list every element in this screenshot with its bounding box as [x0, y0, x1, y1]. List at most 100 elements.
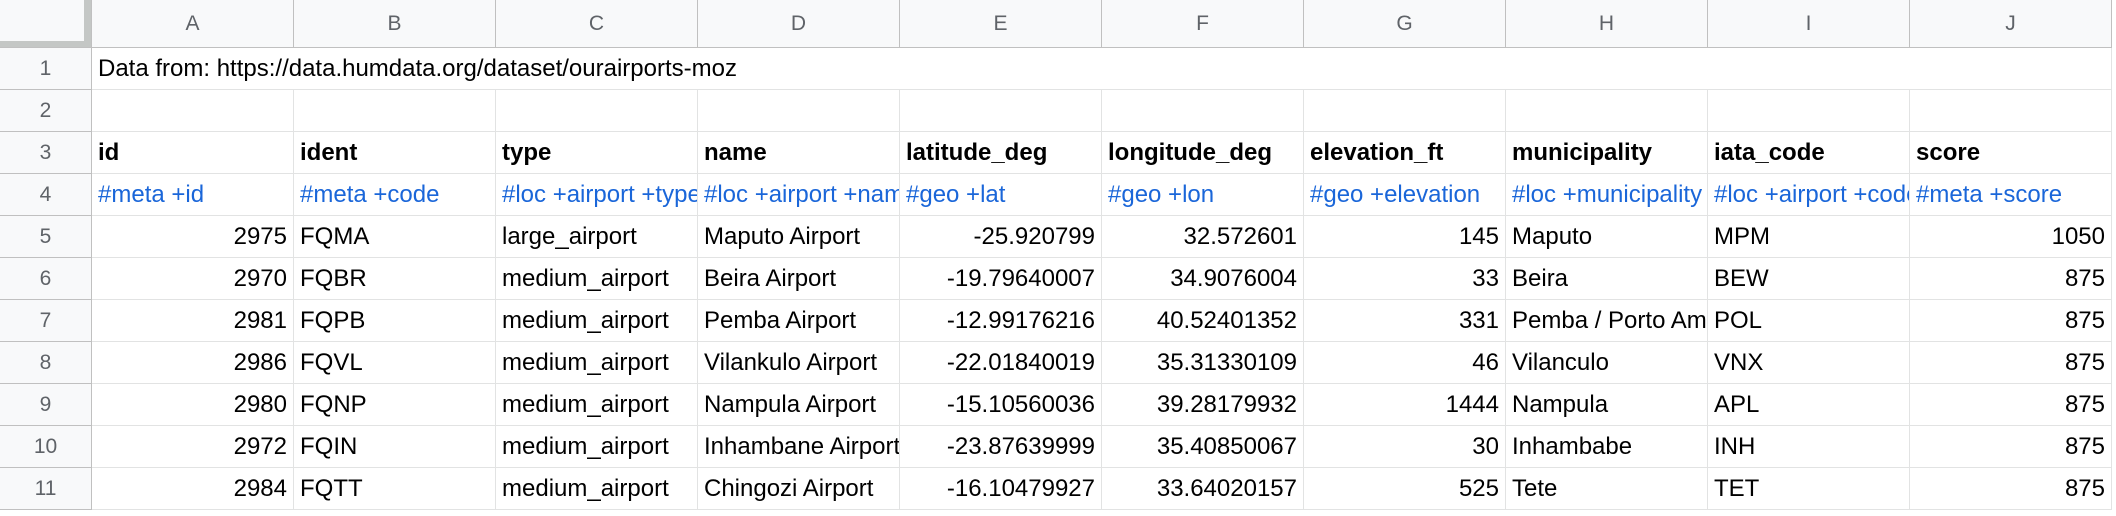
data-cell-id[interactable]: 2984 [92, 468, 294, 510]
data-cell-type[interactable]: medium_airport [496, 300, 698, 342]
data-cell-latitude[interactable]: -12.99176216 [900, 300, 1102, 342]
column-header-f[interactable]: F [1102, 0, 1304, 48]
data-cell-latitude[interactable]: -23.87639999 [900, 426, 1102, 468]
data-cell-ident[interactable]: FQIN [294, 426, 496, 468]
row-header-3[interactable]: 3 [0, 132, 92, 174]
cell-e2[interactable] [900, 90, 1102, 132]
cell-f2[interactable] [1102, 90, 1304, 132]
data-cell-id[interactable]: 2972 [92, 426, 294, 468]
data-cell-score[interactable]: 875 [1910, 342, 2112, 384]
data-cell-iata-code[interactable]: POL [1708, 300, 1910, 342]
cell-d2[interactable] [698, 90, 900, 132]
data-cell-iata-code[interactable]: BEW [1708, 258, 1910, 300]
data-cell-longitude[interactable]: 40.52401352 [1102, 300, 1304, 342]
header-cell-latitude[interactable]: latitude_deg [900, 132, 1102, 174]
data-cell-score[interactable]: 875 [1910, 384, 2112, 426]
data-cell-iata-code[interactable]: VNX [1708, 342, 1910, 384]
header-cell-name[interactable]: name [698, 132, 900, 174]
data-cell-elevation[interactable]: 30 [1304, 426, 1506, 468]
data-cell-iata-code[interactable]: INH [1708, 426, 1910, 468]
data-cell-longitude[interactable]: 35.40850067 [1102, 426, 1304, 468]
data-cell-score[interactable]: 875 [1910, 300, 2112, 342]
header-cell-score[interactable]: score [1910, 132, 2112, 174]
data-cell-type[interactable]: medium_airport [496, 468, 698, 510]
header-cell-municipality[interactable]: municipality [1506, 132, 1708, 174]
hxl-tag-cell[interactable]: #loc +airport +type [496, 174, 698, 216]
data-cell-name[interactable]: Nampula Airport [698, 384, 900, 426]
data-cell-longitude[interactable]: 35.31330109 [1102, 342, 1304, 384]
header-cell-longitude[interactable]: longitude_deg [1102, 132, 1304, 174]
data-cell-latitude[interactable]: -16.10479927 [900, 468, 1102, 510]
hxl-tag-cell[interactable]: #loc +airport +name [698, 174, 900, 216]
data-cell-iata-code[interactable]: TET [1708, 468, 1910, 510]
hxl-tag-cell[interactable]: #meta +id [92, 174, 294, 216]
header-cell-iata-code[interactable]: iata_code [1708, 132, 1910, 174]
row-header-4[interactable]: 4 [0, 174, 92, 216]
data-cell-type[interactable]: medium_airport [496, 384, 698, 426]
data-cell-longitude[interactable]: 33.64020157 [1102, 468, 1304, 510]
column-header-b[interactable]: B [294, 0, 496, 48]
row-header-11[interactable]: 11 [0, 468, 92, 510]
header-cell-ident[interactable]: ident [294, 132, 496, 174]
row-header-8[interactable]: 8 [0, 342, 92, 384]
data-cell-name[interactable]: Chingozi Airport [698, 468, 900, 510]
data-cell-longitude[interactable]: 32.572601 [1102, 216, 1304, 258]
hxl-tag-cell[interactable]: #meta +score [1910, 174, 2112, 216]
select-all-corner[interactable] [0, 0, 92, 48]
cell-g2[interactable] [1304, 90, 1506, 132]
data-cell-municipality[interactable]: Nampula [1506, 384, 1708, 426]
data-cell-score[interactable]: 875 [1910, 426, 2112, 468]
hxl-tag-cell[interactable]: #meta +code [294, 174, 496, 216]
data-cell-municipality[interactable]: Maputo [1506, 216, 1708, 258]
data-cell-elevation[interactable]: 46 [1304, 342, 1506, 384]
data-cell-municipality[interactable]: Beira [1506, 258, 1708, 300]
cell-b2[interactable] [294, 90, 496, 132]
data-cell-id[interactable]: 2980 [92, 384, 294, 426]
data-cell-type[interactable]: large_airport [496, 216, 698, 258]
column-freeze-handle[interactable] [84, 0, 91, 47]
data-cell-elevation[interactable]: 1444 [1304, 384, 1506, 426]
row-header-2[interactable]: 2 [0, 90, 92, 132]
hxl-tag-cell[interactable]: #geo +lat [900, 174, 1102, 216]
data-cell-score[interactable]: 875 [1910, 468, 2112, 510]
data-cell-ident[interactable]: FQPB [294, 300, 496, 342]
data-cell-id[interactable]: 2986 [92, 342, 294, 384]
data-cell-type[interactable]: medium_airport [496, 342, 698, 384]
data-cell-latitude[interactable]: -19.79640007 [900, 258, 1102, 300]
hxl-tag-cell[interactable]: #geo +elevation [1304, 174, 1506, 216]
column-header-j[interactable]: J [1910, 0, 2112, 48]
data-cell-ident[interactable]: FQMA [294, 216, 496, 258]
header-cell-type[interactable]: type [496, 132, 698, 174]
column-header-e[interactable]: E [900, 0, 1102, 48]
data-cell-name[interactable]: Pemba Airport [698, 300, 900, 342]
data-cell-id[interactable]: 2981 [92, 300, 294, 342]
data-cell-iata-code[interactable]: MPM [1708, 216, 1910, 258]
data-cell-name[interactable]: Maputo Airport [698, 216, 900, 258]
data-cell-ident[interactable]: FQTT [294, 468, 496, 510]
data-cell-type[interactable]: medium_airport [496, 426, 698, 468]
data-cell-score[interactable]: 875 [1910, 258, 2112, 300]
data-cell-longitude[interactable]: 34.9076004 [1102, 258, 1304, 300]
hxl-tag-cell[interactable]: #loc +airport +code [1708, 174, 1910, 216]
row-header-7[interactable]: 7 [0, 300, 92, 342]
data-cell-ident[interactable]: FQBR [294, 258, 496, 300]
row-header-5[interactable]: 5 [0, 216, 92, 258]
data-cell-municipality[interactable]: Vilanculo [1506, 342, 1708, 384]
data-cell-municipality[interactable]: Tete [1506, 468, 1708, 510]
cell-c2[interactable] [496, 90, 698, 132]
hxl-tag-cell[interactable]: #geo +lon [1102, 174, 1304, 216]
column-header-a[interactable]: A [92, 0, 294, 48]
data-cell-municipality[interactable]: Inhambabe [1506, 426, 1708, 468]
data-cell-elevation[interactable]: 33 [1304, 258, 1506, 300]
data-cell-latitude[interactable]: -15.10560036 [900, 384, 1102, 426]
header-cell-id[interactable]: id [92, 132, 294, 174]
data-cell-longitude[interactable]: 39.28179932 [1102, 384, 1304, 426]
data-cell-elevation[interactable]: 145 [1304, 216, 1506, 258]
column-header-h[interactable]: H [1506, 0, 1708, 48]
header-cell-elevation[interactable]: elevation_ft [1304, 132, 1506, 174]
data-cell-municipality[interactable]: Pemba / Porto Amelia [1506, 300, 1708, 342]
column-header-d[interactable]: D [698, 0, 900, 48]
row-freeze-handle[interactable] [0, 41, 91, 47]
data-cell-name[interactable]: Inhambane Airport [698, 426, 900, 468]
data-cell-id[interactable]: 2970 [92, 258, 294, 300]
